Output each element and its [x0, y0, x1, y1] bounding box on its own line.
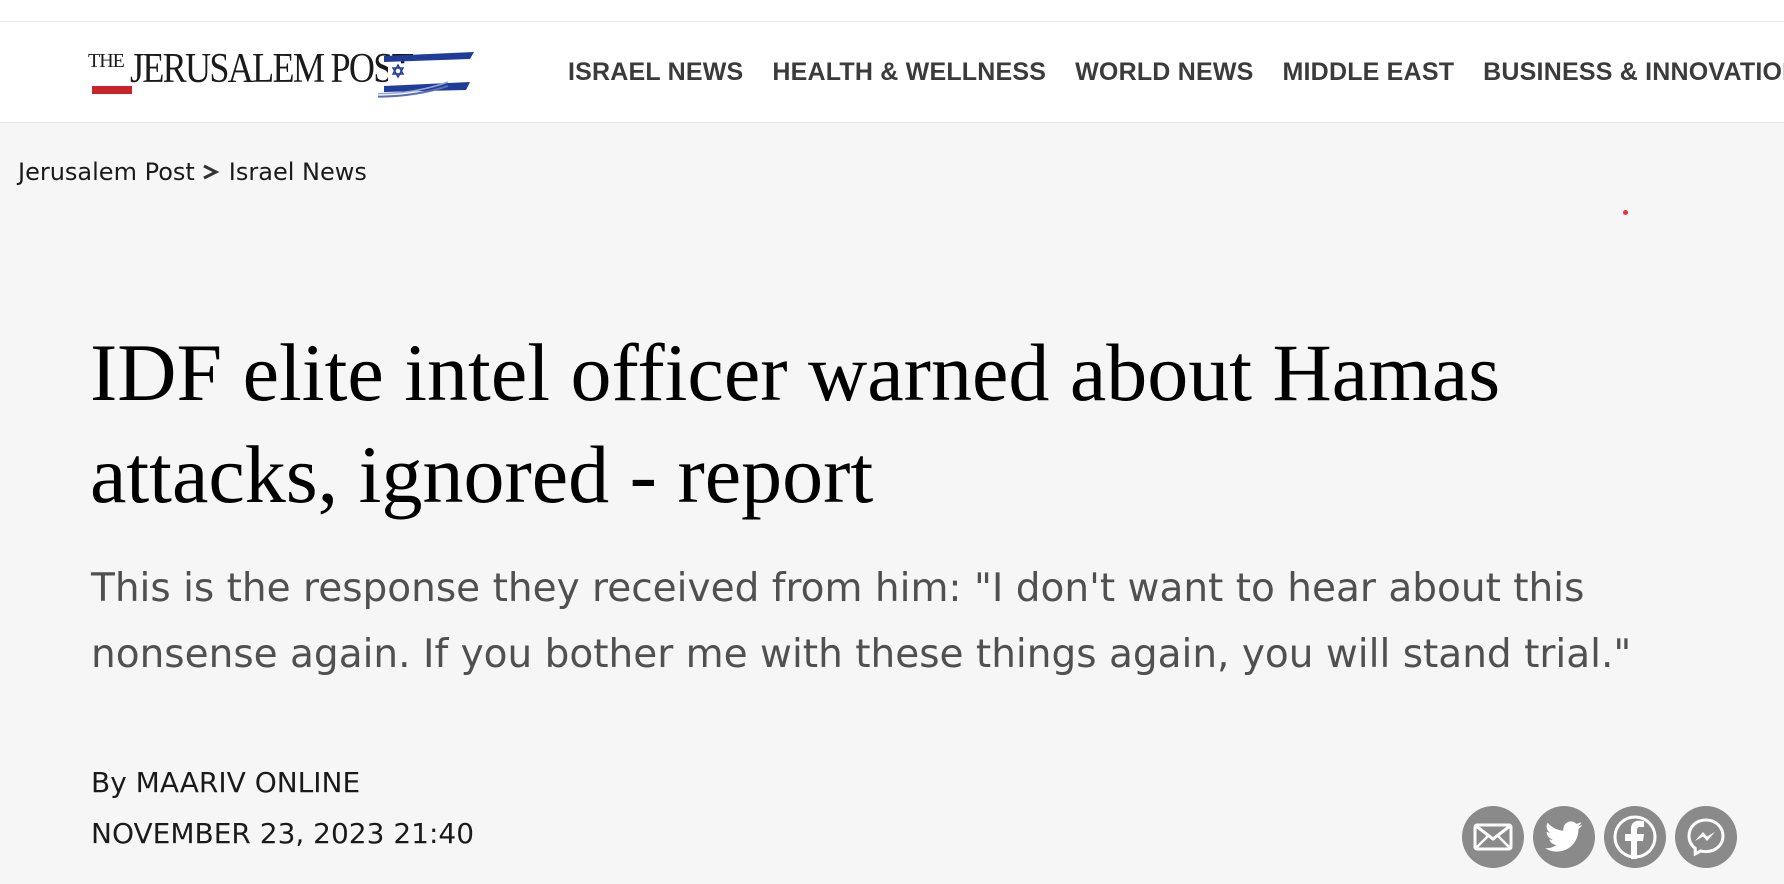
nav-item-world-news[interactable]: WORLD NEWS	[1075, 58, 1253, 87]
share-messenger-button[interactable]	[1675, 806, 1737, 868]
messenger-icon	[1687, 818, 1725, 857]
nav-item-middle-east[interactable]: MIDDLE EAST	[1283, 58, 1455, 87]
site-logo[interactable]: THE JERUSALEM POST	[88, 46, 474, 98]
logo-red-bar	[92, 86, 132, 94]
facebook-icon	[1613, 815, 1657, 859]
red-dot	[1623, 210, 1628, 215]
breadcrumb: Jerusalem Post Israel News	[18, 155, 367, 189]
israel-flag-icon	[378, 52, 474, 98]
breadcrumb-section[interactable]: Israel News	[229, 158, 367, 186]
chevron-right-icon	[203, 164, 220, 180]
main-nav: ISRAEL NEWS HEALTH & WELLNESS WORLD NEWS…	[568, 22, 1784, 122]
breadcrumb-home[interactable]: Jerusalem Post	[18, 158, 195, 186]
share-email-button[interactable]	[1462, 806, 1524, 868]
article-headline: IDF elite intel officer warned about Ham…	[90, 327, 1501, 520]
email-icon	[1473, 823, 1513, 851]
article-date: NOVEMBER 23, 2023 21:40	[91, 817, 475, 850]
nav-item-israel-news[interactable]: ISRAEL NEWS	[568, 58, 743, 87]
share-buttons	[1462, 806, 1746, 868]
nav-item-health-wellness[interactable]: HEALTH & WELLNESS	[772, 58, 1046, 87]
twitter-icon	[1545, 821, 1583, 852]
share-twitter-button[interactable]	[1533, 806, 1595, 868]
logo-the-text: THE	[88, 50, 125, 72]
top-strip	[0, 0, 1784, 22]
site-header: THE JERUSALEM POST ISRAEL NEWS HEALTH & …	[0, 22, 1784, 123]
article-subheadline: This is the response they received from …	[91, 566, 1632, 677]
share-facebook-button[interactable]	[1604, 806, 1666, 868]
article-byline: By MAARIV ONLINE	[91, 766, 361, 799]
nav-item-business-innovation[interactable]: BUSINESS & INNOVATION	[1483, 58, 1784, 87]
logo-name-text: JERUSALEM POST	[130, 46, 414, 92]
